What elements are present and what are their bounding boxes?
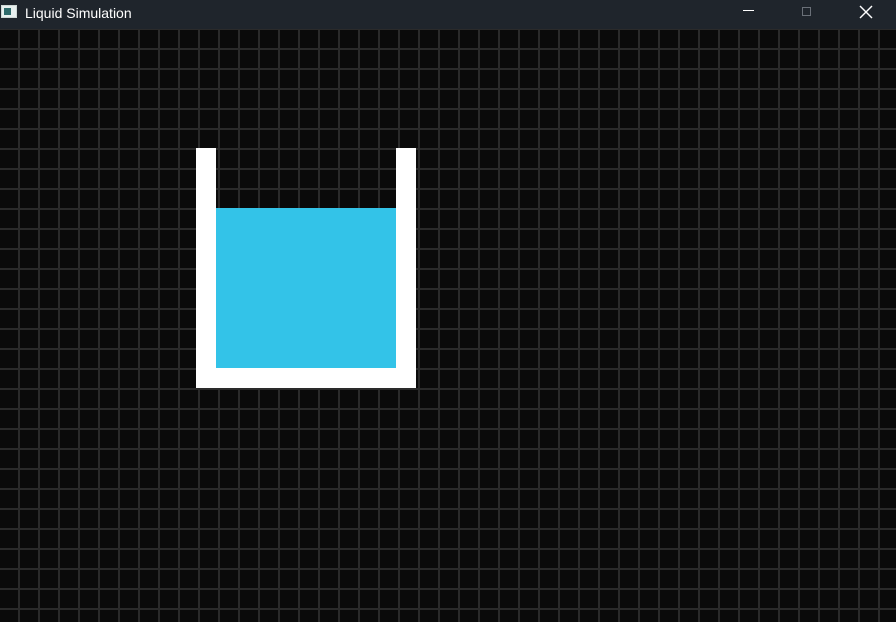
container-left-wall xyxy=(196,148,216,388)
minimize-icon xyxy=(743,10,754,11)
liquid-body xyxy=(216,208,396,368)
close-button[interactable] xyxy=(843,0,889,29)
window-title: Liquid Simulation xyxy=(25,5,132,21)
app-window: Liquid Simulation xyxy=(0,0,896,622)
simulation-canvas[interactable] xyxy=(0,29,896,622)
close-icon xyxy=(859,5,873,19)
minimize-button[interactable] xyxy=(725,0,771,29)
maximize-icon xyxy=(802,7,811,16)
app-window-icon xyxy=(1,5,17,18)
maximize-button[interactable] xyxy=(784,0,830,29)
container-right-wall xyxy=(396,148,416,388)
title-bar[interactable]: Liquid Simulation xyxy=(0,0,896,29)
container-bottom-wall xyxy=(196,368,416,388)
